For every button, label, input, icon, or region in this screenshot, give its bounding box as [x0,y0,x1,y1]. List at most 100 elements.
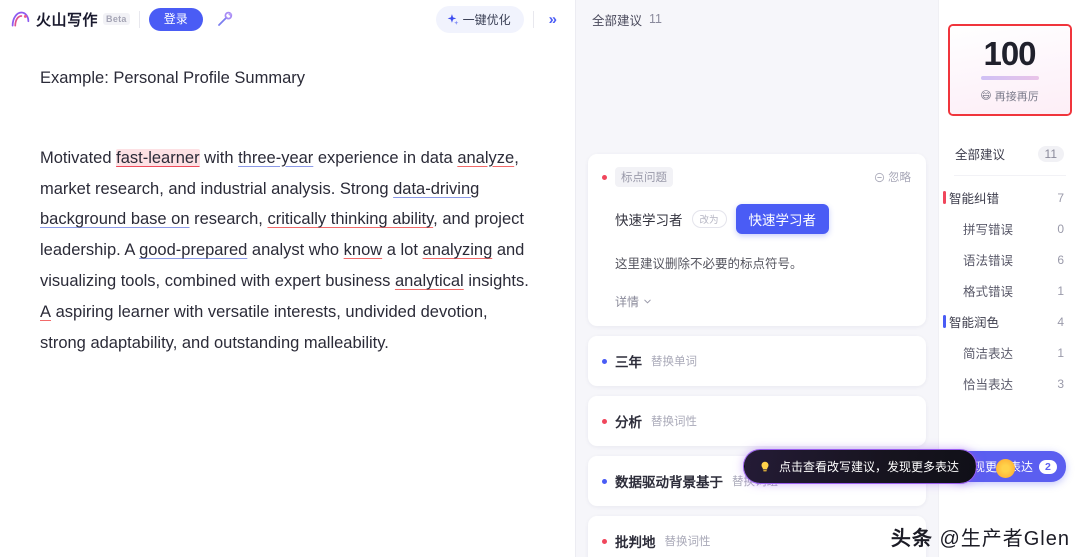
doc-text-run: with [199,148,239,167]
sidebar-row-count: 4 [1057,314,1064,329]
suggestions-header-label: 全部建议 [592,13,643,28]
tooltip-text: 点击查看改写建议，发现更多表达 [779,460,960,474]
doc-error-span[interactable]: three-year [238,149,313,167]
sidebar-row-count: 11 [1037,145,1064,162]
sidebar-row-count: 7 [1057,190,1064,205]
watermark: 头条 @生产者Glen [891,522,1070,551]
sidebar-row-3[interactable]: 语法错误 6 [939,244,1080,275]
doc-error-span[interactable]: fast-learner [116,148,200,167]
doc-error-span[interactable]: know [344,241,383,259]
doc-text-run: Motivated [40,148,117,167]
suggestion-description: 这里建议删除不必要的标点符号。 [615,257,803,271]
severity-dot-icon [602,358,607,364]
score-card-highlight: 100 😄 再接再厉 [947,24,1072,116]
details-label: 详情 [615,295,640,309]
doc-text-run: aspiring learner with versatile interest… [40,302,488,352]
ignore-button[interactable]: 忽略 [874,169,911,185]
doc-error-span[interactable]: analyze [457,149,514,167]
severity-dot-icon [602,418,607,424]
rewrite-hint-tooltip: 点击查看改写建议，发现更多表达 [744,450,977,483]
accent-bar [943,315,946,328]
one-click-optimize-button[interactable]: 一键优化 [435,5,524,33]
sidebar-row-4[interactable]: 格式错误 1 [939,275,1080,306]
document-paragraph[interactable]: Motivated fast-learner with three-year e… [40,143,535,359]
magic-wand-icon[interactable] [212,6,238,32]
sidebar-row-count: 0 [1057,221,1064,236]
doc-text-run: insights. [463,271,529,290]
discover-badge: 2 [1039,459,1057,474]
suggestion-tag: 替换单词 [651,356,697,368]
doc-text-run: research, [189,210,268,229]
suggestion-word: 数据驱动背景基于 [615,475,723,490]
apply-replacement-button[interactable]: 快速学习者 [735,204,830,234]
sidebar-row-6[interactable]: 简洁表达 1 [939,337,1080,368]
doc-error-span[interactable]: good-prepared [139,241,247,259]
suggestion-card-header: 标点问题 忽略 [602,167,911,187]
app-root: 火山写作 Beta 登录 一键优化 » Example: Personal Pr… [0,0,1080,557]
smiley-emoji-icon: 😄 [980,90,992,102]
document-editor[interactable]: Example: Personal Profile Summary Motiva… [0,38,575,557]
suggestion-tag: 替换词性 [664,536,711,548]
collapse-panel-button[interactable]: » [543,9,563,30]
beta-badge: Beta [103,13,130,25]
suggestion-word: 分析 [615,415,642,430]
suggestion-tag: 替换词性 [651,416,697,428]
sidebar-row-label: 恰当表达 [963,378,1014,392]
ignore-label: 忽略 [888,172,911,184]
doc-error-span[interactable]: A [40,303,51,321]
score-caption: 😄 再接再厉 [980,88,1038,104]
brand-logo[interactable]: 火山写作 Beta [10,9,130,30]
score-value: 100 [983,34,1036,72]
volcano-logo-icon [11,11,30,26]
suggestion-card-expanded[interactable]: 标点问题 忽略 快速学习者 改为 快速学习者 这里建议删除不必要的标点符号。 详… [588,154,926,326]
sidebar-row-5[interactable]: 智能润色 4 [939,306,1080,337]
severity-dot-icon [602,538,607,544]
sidebar-row-count: 3 [1057,376,1064,391]
brand-name: 火山写作 [36,11,99,29]
replacement-row: 快速学习者 改为 快速学习者 [602,204,911,234]
suggestion-details-toggle[interactable]: 详情 [615,293,911,310]
doc-error-span[interactable]: critically thinking ability [267,210,433,228]
sidebar-row-label: 拼写错误 [963,223,1014,237]
doc-error-span[interactable]: analytical [395,272,464,290]
sidebar-row-2[interactable]: 拼写错误 0 [939,213,1080,244]
watermark-handle: @生产者Glen [939,528,1070,550]
sidebar-row-count: 6 [1057,252,1064,267]
top-toolbar: 火山写作 Beta 登录 一键优化 » [0,0,575,38]
sidebar-row-0[interactable]: 全部建议 11 [939,138,1080,169]
lightbulb-icon [761,461,769,471]
suggestion-type-tag: 标点问题 [615,167,673,187]
suggestions-column: 全部建议 11 标点问题 忽略 快速学习者 改为 快速学习者 这里建议删除不必要… [576,0,977,557]
sidebar-row-count: 1 [1057,283,1064,298]
document-title: Example: Personal Profile Summary [40,69,306,87]
original-word: 快速学习者 [615,213,683,228]
sidebar-row-label: 智能润色 [949,316,1000,330]
minus-circle-icon [874,172,885,182]
sidebar-row-7[interactable]: 恰当表达 3 [939,368,1080,399]
sidebar-category-list: 全部建议 11 智能纠错 7 拼写错误 0 语法错误 6 格式错误 1 智能润色 4 简洁表达 1 恰当表达… [939,138,1080,399]
doc-text-run: experience in data [313,148,458,167]
suggestion-word: 批判地 [615,535,656,550]
replace-arrow-pill: 改为 [691,210,727,228]
editor-column: 火山写作 Beta 登录 一键优化 » Example: Personal Pr… [0,0,576,557]
severity-dot-icon [602,478,607,484]
suggestion-card-collapsed[interactable]: 三年 替换单词 [588,336,926,386]
accent-bar [943,191,946,204]
doc-text-run: a lot [382,241,423,260]
score-progress-bar [980,75,1039,80]
suggestion-card-collapsed[interactable]: 批判地 替换词性 [588,516,926,557]
chevron-down-icon [644,299,651,304]
suggestions-header-count: 11 [649,12,662,26]
doc-error-span[interactable]: analyzing [423,241,493,259]
toolbar-divider-2 [532,10,534,28]
severity-dot-icon [602,174,607,180]
magic-wand-glyph [217,11,233,26]
collapsed-cards-container: 三年替换单词分析替换词性数据驱动背景基于替换词组批判地替换词性 [588,336,926,557]
score-card[interactable]: 100 😄 再接再厉 [949,26,1070,114]
sidebar-row-1[interactable]: 智能纠错 7 [939,182,1080,213]
sidebar-row-label: 简洁表达 [963,347,1014,361]
sidebar-row-label: 智能纠错 [949,192,1000,206]
sidebar-row-label: 语法错误 [963,254,1014,268]
login-button[interactable]: 登录 [148,7,203,31]
suggestion-card-collapsed[interactable]: 分析 替换词性 [588,396,926,446]
